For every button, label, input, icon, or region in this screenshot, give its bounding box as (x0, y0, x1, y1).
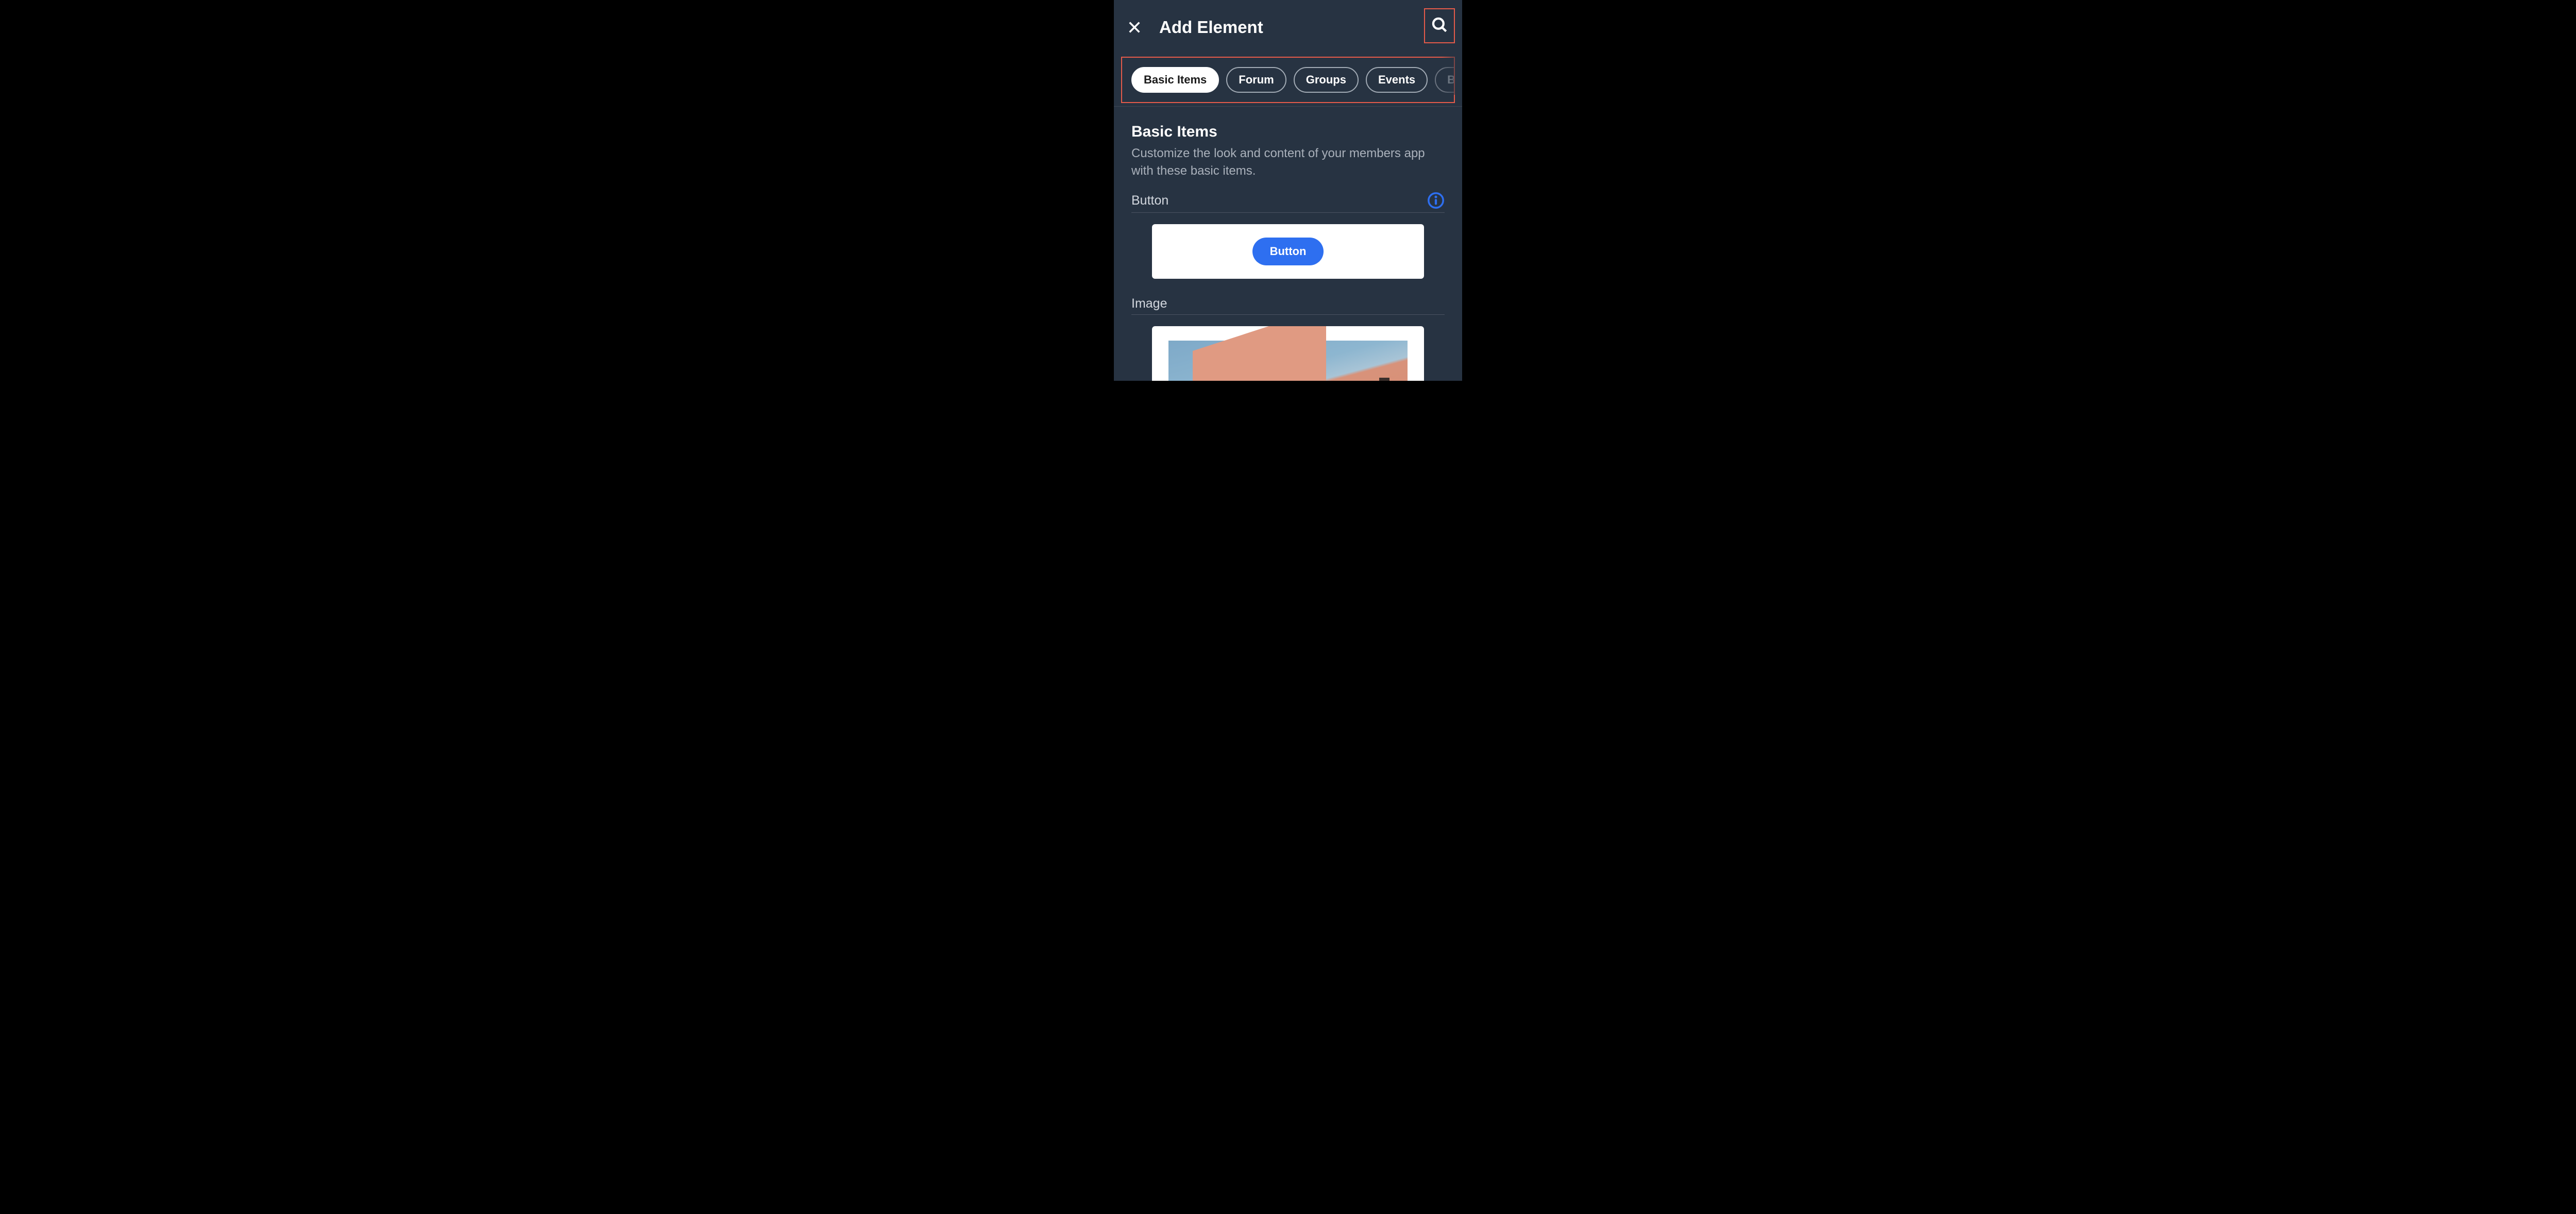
panel-title: Add Element (1159, 18, 1410, 37)
tab-basic-items[interactable]: Basic Items (1131, 67, 1219, 93)
item-row-image: Image (1131, 296, 1445, 315)
tab-groups[interactable]: Groups (1294, 67, 1359, 93)
info-icon[interactable] (1427, 192, 1445, 209)
image-element-preview[interactable] (1152, 326, 1424, 381)
panel-content: Basic Items Customize the look and conte… (1114, 107, 1462, 381)
close-icon[interactable] (1124, 17, 1145, 38)
category-tabs-row[interactable]: Basic Items Forum Groups Events Blog (1131, 67, 1454, 93)
item-row-button: Button (1131, 192, 1445, 213)
tab-forum[interactable]: Forum (1226, 67, 1286, 93)
section-description: Customize the look and content of your m… (1131, 145, 1445, 179)
add-element-panel: Add Element Basic Items Forum Groups Eve… (1114, 0, 1462, 381)
tab-events[interactable]: Events (1366, 67, 1428, 93)
preview-image (1168, 341, 1408, 381)
item-label-image: Image (1131, 296, 1167, 311)
search-button[interactable] (1424, 8, 1455, 43)
section-title: Basic Items (1131, 123, 1445, 141)
tab-blog[interactable]: Blog (1435, 67, 1455, 93)
preview-button[interactable]: Button (1252, 238, 1324, 265)
button-element-preview[interactable]: Button (1152, 224, 1424, 279)
panel-header: Add Element (1114, 0, 1462, 53)
search-icon (1431, 16, 1448, 36)
category-tabs-bar: Basic Items Forum Groups Events Blog (1121, 57, 1455, 103)
item-label-button: Button (1131, 193, 1168, 208)
